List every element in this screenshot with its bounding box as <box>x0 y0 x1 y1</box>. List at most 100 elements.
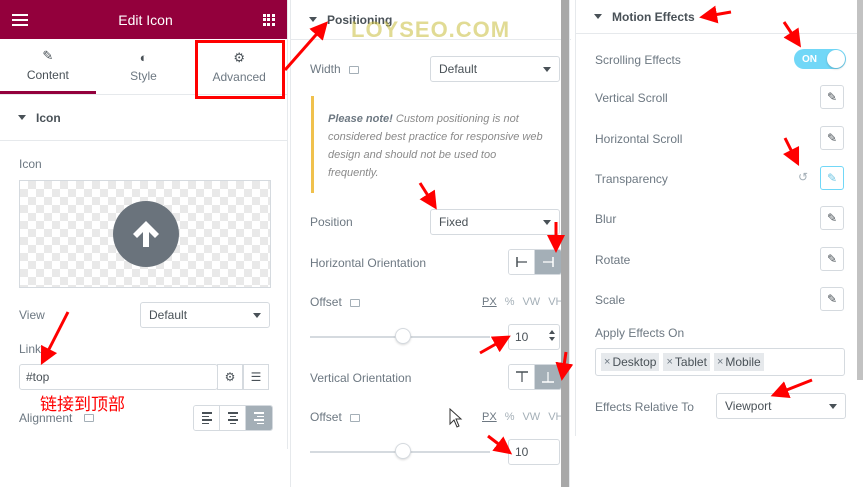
note-heading: Please note! <box>328 113 393 125</box>
chevron-down-icon <box>829 403 837 409</box>
mouse-cursor-icon <box>449 408 463 428</box>
toggle-on-text: ON <box>802 53 817 65</box>
width-label: Width <box>310 62 359 76</box>
h-offset-input[interactable]: 10 <box>508 324 560 350</box>
desktop-icon[interactable] <box>349 298 360 307</box>
toggle-knob <box>827 50 845 68</box>
pencil-icon: ✎ <box>826 252 838 266</box>
orientation-top-button[interactable] <box>509 365 535 389</box>
panel-scrollbar[interactable] <box>857 0 863 380</box>
position-select[interactable]: Fixed <box>430 209 560 235</box>
unit-percent[interactable]: % <box>505 411 515 423</box>
section-title: Icon <box>36 110 61 125</box>
rotate-edit-button[interactable]: ✎ <box>820 247 844 271</box>
scrolling-effects-label: Scrolling Effects <box>595 53 681 67</box>
desktop-icon[interactable] <box>348 65 359 74</box>
orientation-right-button[interactable] <box>535 250 561 274</box>
position-label: Position <box>310 215 353 229</box>
width-label-text: Width <box>310 62 341 76</box>
chevron-down-icon <box>543 66 551 72</box>
link-label: Link <box>19 342 42 356</box>
width-select[interactable]: Default <box>430 56 560 82</box>
view-select-value: Default <box>149 308 188 322</box>
pencil-icon: ✎ <box>826 171 838 185</box>
h-offset-label: Offset <box>310 295 360 309</box>
icon-section-header[interactable]: Icon <box>0 95 287 141</box>
hamburger-menu-icon[interactable] <box>12 13 28 26</box>
unit-vw[interactable]: VW <box>522 296 540 308</box>
device-tag-desktop[interactable]: × Desktop <box>601 353 660 371</box>
scale-edit-button[interactable]: ✎ <box>820 287 844 311</box>
device-tag-mobile-label: Mobile <box>725 355 761 369</box>
watermark: LOYSEO.COM <box>351 17 511 42</box>
desktop-icon[interactable] <box>349 413 360 422</box>
v-offset-units: PX % VW VH <box>482 411 563 423</box>
device-tag-tablet[interactable]: × Tablet <box>663 353 710 371</box>
vertical-orientation-buttons <box>508 364 562 390</box>
reset-icon[interactable]: ↺ <box>798 170 808 184</box>
v-offset-value: 10 <box>515 445 529 459</box>
pencil-icon: ✎ <box>826 131 838 145</box>
width-select-value: Default <box>439 62 478 76</box>
devices-multiselect[interactable]: × Desktop × Tablet × Mobile <box>595 348 845 376</box>
caret-down-icon <box>18 115 26 120</box>
apply-effects-on-label: Apply Effects On <box>595 326 685 340</box>
remove-icon[interactable]: × <box>604 356 610 368</box>
horizontal-orientation-label: Horizontal Orientation <box>310 256 427 270</box>
unit-percent[interactable]: % <box>505 296 515 308</box>
link-url-input[interactable]: #top <box>19 364 218 390</box>
tab-content[interactable]: ✎ Content <box>0 39 96 94</box>
effects-relative-to-value: Viewport <box>725 399 772 413</box>
orientation-bottom-button[interactable] <box>535 365 561 389</box>
align-center-button[interactable] <box>220 406 246 430</box>
orientation-left-button[interactable] <box>509 250 535 274</box>
horizontal-scroll-edit-button[interactable]: ✎ <box>820 126 844 150</box>
dynamic-tags-button[interactable]: ☰ <box>243 364 269 390</box>
view-label: View <box>19 308 45 322</box>
link-options-button[interactable]: ⚙ <box>217 364 243 390</box>
v-offset-label: Offset <box>310 410 360 424</box>
number-spinner[interactable] <box>549 330 555 341</box>
pencil-icon: ✎ <box>826 292 838 306</box>
align-left-button[interactable] <box>194 406 220 430</box>
vertical-scroll-edit-button[interactable]: ✎ <box>820 85 844 109</box>
icon-library-preview[interactable] <box>19 180 271 288</box>
effect-label-transparency: Transparency <box>595 172 668 186</box>
effect-label-scale: Scale <box>595 293 626 307</box>
remove-icon[interactable]: × <box>666 356 672 368</box>
transparency-edit-button[interactable]: ✎ <box>820 166 844 190</box>
desktop-icon[interactable] <box>84 414 94 422</box>
panel-scrollbar[interactable] <box>561 0 569 487</box>
horizontal-orientation-buttons <box>508 249 562 275</box>
remove-icon[interactable]: × <box>717 356 723 368</box>
h-offset-slider-handle[interactable] <box>395 328 411 344</box>
positioning-panel: Positioning LOYSEO.COM Width Default Ple… <box>290 0 571 487</box>
chevron-down-icon <box>543 219 551 225</box>
view-select[interactable]: Default <box>140 302 270 328</box>
blur-edit-button[interactable]: ✎ <box>820 206 844 230</box>
effects-relative-to-label: Effects Relative To <box>595 400 694 414</box>
device-tag-mobile[interactable]: × Mobile <box>713 353 764 371</box>
tab-content-label: Content <box>26 68 69 82</box>
effect-label-rotate: Rotate <box>595 253 631 267</box>
alignment-buttons <box>193 405 273 431</box>
align-right-button[interactable] <box>246 406 272 430</box>
widgets-grid-icon[interactable] <box>262 13 275 26</box>
positioning-note: Please note! Custom positioning is not c… <box>311 96 556 193</box>
unit-px[interactable]: PX <box>482 411 497 423</box>
unit-px[interactable]: PX <box>482 296 497 308</box>
unit-vw[interactable]: VW <box>522 411 540 423</box>
motion-effects-panel: Motion Effects Scrolling Effects ON Vert… <box>575 0 863 436</box>
effects-relative-to-select[interactable]: Viewport <box>716 393 846 419</box>
h-offset-value: 10 <box>515 330 529 344</box>
v-offset-input[interactable]: 10 <box>508 439 560 465</box>
contrast-icon: ◐ <box>139 50 148 65</box>
gear-icon: ⚙ <box>224 370 236 384</box>
motion-effects-section-header[interactable]: Motion Effects <box>576 0 863 34</box>
pencil-icon: ✎ <box>42 48 54 63</box>
tab-style[interactable]: ◐ Style <box>96 39 192 94</box>
vertical-orientation-label: Vertical Orientation <box>310 371 412 385</box>
scrolling-effects-toggle[interactable]: ON <box>794 49 846 69</box>
v-offset-slider-handle[interactable] <box>395 443 411 459</box>
annotation-link-to-top: 链接到顶部 <box>40 395 125 415</box>
